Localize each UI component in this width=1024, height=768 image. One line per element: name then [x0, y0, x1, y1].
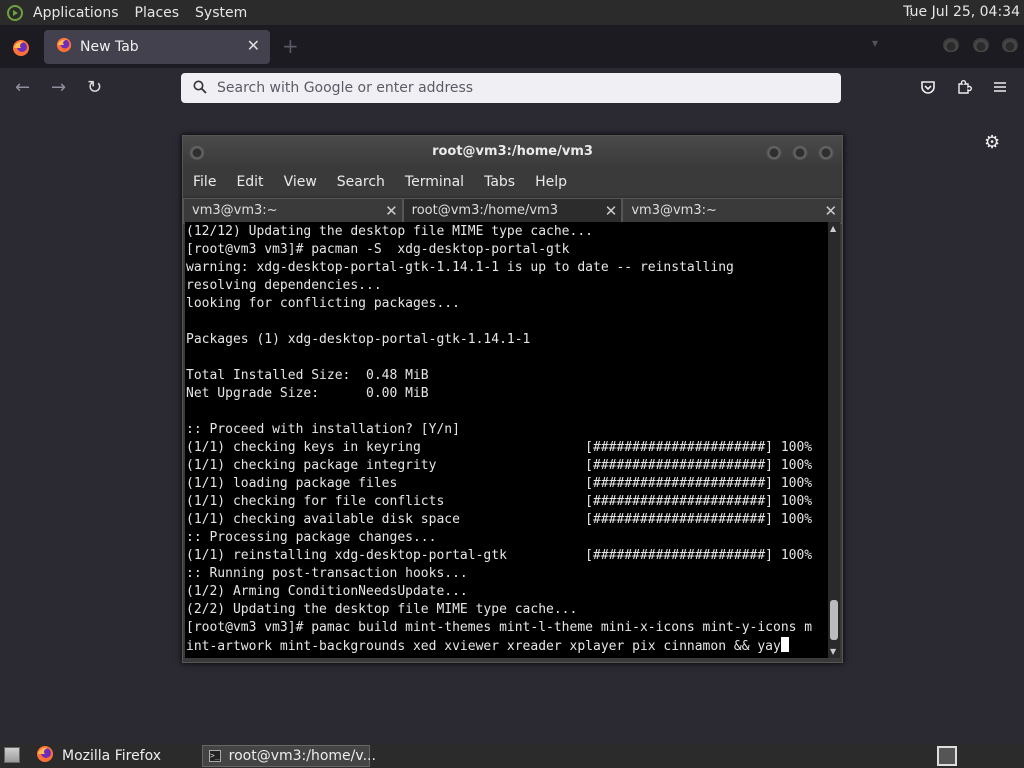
new-tab-button[interactable]: + [282, 34, 299, 58]
close-tab-icon[interactable]: ✕ [605, 199, 618, 223]
taskbar-item-label: Mozilla Firefox [62, 748, 162, 764]
maximize-window-button[interactable] [973, 38, 989, 52]
terminal-titlebar[interactable]: root@vm3:/home/vm3 [183, 136, 842, 168]
terminal-output[interactable]: (12/12) Updating the desktop file MIME t… [185, 222, 826, 656]
firefox-view-icon[interactable] [12, 39, 30, 61]
terminal-text: (12/12) Updating the desktop file MIME t… [186, 224, 813, 654]
terminal-body[interactable]: (12/12) Updating the desktop file MIME t… [185, 222, 840, 658]
tab-label: New Tab [80, 39, 139, 55]
mint-menu-icon[interactable] [7, 4, 23, 21]
terminal-tab-bar: vm3@vm3:~ ✕ root@vm3:/home/vm3 ✕ vm3@vm3… [183, 196, 843, 224]
terminal-tab-3[interactable]: vm3@vm3:~ ✕ [622, 198, 843, 224]
taskbar: Mozilla Firefox >_ root@vm3:/home/v... [0, 744, 1024, 768]
close-tab-icon[interactable]: ✕ [247, 36, 260, 55]
forward-arrow-icon[interactable]: → [51, 79, 66, 97]
menu-applications[interactable]: Applications [25, 5, 127, 21]
hamburger-menu-icon[interactable] [992, 79, 1008, 99]
menu-help[interactable]: Help [525, 174, 577, 190]
menu-tabs[interactable]: Tabs [474, 174, 525, 190]
chevron-down-icon[interactable]: ▾ [872, 36, 878, 50]
gear-icon[interactable]: ⚙ [984, 132, 1000, 153]
menu-places[interactable]: Places [127, 5, 188, 21]
back-arrow-icon[interactable]: ← [15, 79, 30, 97]
taskbar-item-label: root@vm3:/home/v... [228, 748, 376, 764]
terminal-menubar: File Edit View Search Terminal Tabs Help [183, 168, 842, 196]
terminal-cursor [780, 637, 789, 652]
top-panel: Applications Places System Tue Jul 25, 0… [0, 0, 1024, 25]
reload-icon[interactable]: ↻ [87, 79, 102, 97]
clock[interactable]: Tue Jul 25, 04:34 [903, 4, 1020, 20]
terminal-tab-2[interactable]: root@vm3:/home/vm3 ✕ [402, 198, 623, 224]
workspace-switcher[interactable] [937, 746, 957, 766]
address-input[interactable] [215, 79, 819, 97]
close-window-button[interactable] [1002, 38, 1018, 52]
pocket-icon[interactable] [920, 79, 936, 99]
scroll-down-arrow-icon[interactable]: ▼ [830, 647, 836, 656]
minimize-button[interactable] [766, 144, 782, 160]
menu-search[interactable]: Search [327, 174, 395, 190]
firefox-tab-icon [56, 37, 72, 57]
maximize-button[interactable] [792, 144, 808, 160]
close-tab-icon[interactable]: ✕ [824, 199, 837, 223]
search-icon [193, 79, 207, 98]
address-bar[interactable] [181, 73, 841, 103]
menu-system[interactable]: System [187, 5, 255, 21]
terminal-scrollbar[interactable]: ▲ ▼ [828, 222, 840, 658]
window-title: root@vm3:/home/vm3 [432, 144, 593, 159]
browser-tab-strip: New Tab ✕ + ▾ [0, 25, 1024, 68]
browser-tab-new-tab[interactable]: New Tab ✕ [44, 30, 270, 64]
terminal-icon: >_ [209, 750, 221, 762]
taskbar-item-firefox[interactable]: Mozilla Firefox [36, 745, 196, 767]
window-menu-button[interactable] [189, 144, 205, 160]
minimize-window-button[interactable] [943, 38, 959, 52]
navigation-toolbar: ← → ↻ [0, 68, 1024, 110]
extensions-puzzle-icon[interactable] [956, 79, 972, 99]
scrollbar-thumb[interactable] [830, 600, 838, 640]
show-desktop-icon[interactable] [4, 747, 20, 763]
menu-edit[interactable]: Edit [226, 174, 273, 190]
menu-terminal[interactable]: Terminal [395, 174, 474, 190]
taskbar-item-terminal[interactable]: >_ root@vm3:/home/v... [202, 745, 376, 767]
terminal-tab-label: root@vm3:/home/vm3 [411, 203, 558, 218]
terminal-window: root@vm3:/home/vm3 File Edit View Search… [182, 135, 843, 663]
close-tab-icon[interactable]: ✕ [385, 199, 398, 223]
menu-file[interactable]: File [183, 174, 226, 190]
terminal-tab-label: vm3@vm3:~ [192, 203, 278, 218]
firefox-icon [36, 745, 54, 767]
terminal-tab-label: vm3@vm3:~ [631, 203, 717, 218]
close-button[interactable] [818, 144, 834, 160]
menu-view[interactable]: View [274, 174, 327, 190]
scroll-up-arrow-icon[interactable]: ▲ [830, 224, 836, 233]
terminal-tab-1[interactable]: vm3@vm3:~ ✕ [183, 198, 403, 224]
